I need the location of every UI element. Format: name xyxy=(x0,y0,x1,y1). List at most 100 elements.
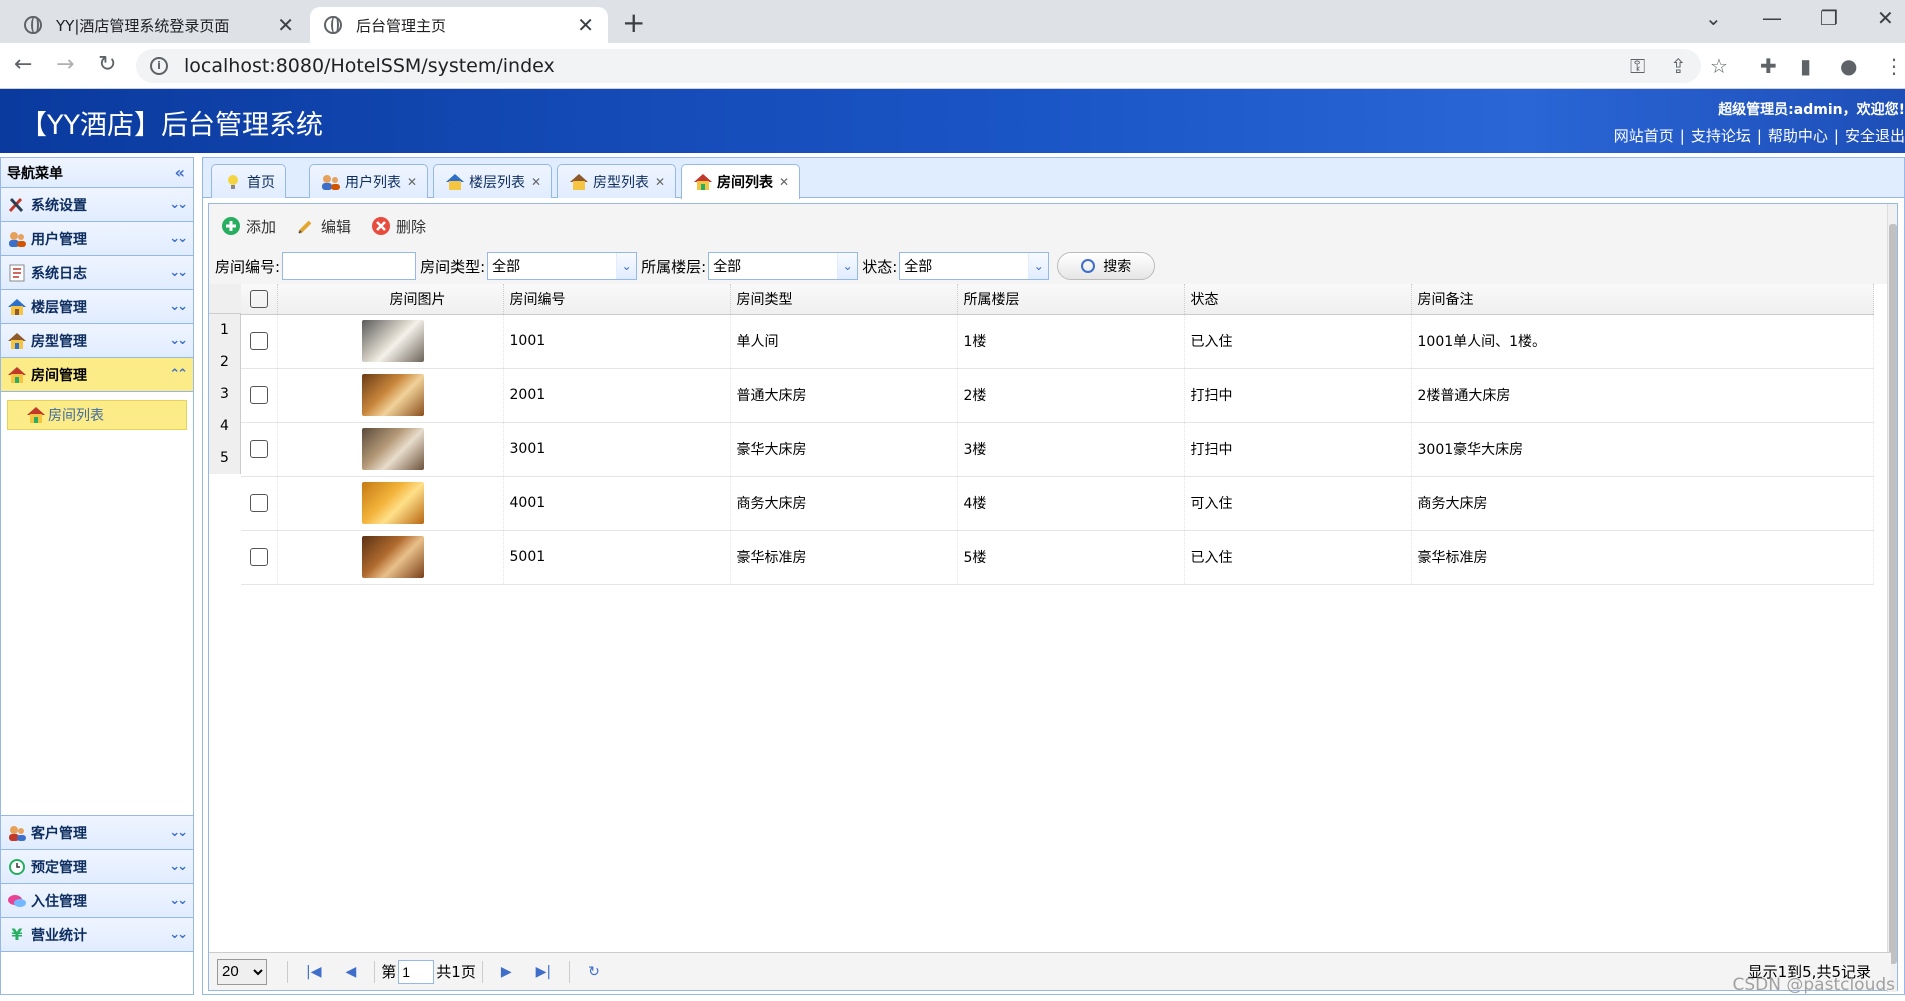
link-home[interactable]: 网站首页 xyxy=(1614,127,1674,145)
sidebar-item-system-settings[interactable]: 系统设置 ⌄⌄ xyxy=(1,188,193,222)
site-info-icon[interactable]: i xyxy=(150,57,168,75)
column-header-image[interactable]: 房间图片 xyxy=(277,284,504,315)
key-icon[interactable]: ⚿ xyxy=(1630,54,1645,78)
column-header-room-type[interactable]: 房间类型 xyxy=(730,284,958,315)
tab-floor-list[interactable]: 楼层列表 ✕ xyxy=(433,164,553,198)
select-all-cell xyxy=(241,284,278,315)
cell-remark: 2楼普通大床房 xyxy=(1411,368,1874,423)
chevron-up-icon: ⌃⌃ xyxy=(169,367,188,382)
sidebar-item-room-type-management[interactable]: 房型管理 ⌄⌄ xyxy=(1,324,193,358)
tab-room-type-list[interactable]: 房型列表 ✕ xyxy=(557,164,677,198)
page-total: 共1页 xyxy=(436,963,476,981)
table-row[interactable]: 4001 商务大床房 4楼 可入住 商务大床房 xyxy=(241,476,1874,531)
row-checkbox[interactable] xyxy=(249,548,268,566)
link-forum[interactable]: 支持论坛 xyxy=(1691,127,1751,145)
cell-room-no: 4001 xyxy=(503,476,731,531)
search-button[interactable]: 搜索 xyxy=(1057,252,1156,280)
delete-button[interactable]: 删除 xyxy=(371,216,426,237)
table-row[interactable]: 3001 豪华大床房 3楼 打扫中 3001豪华大床房 xyxy=(241,422,1874,477)
link-logout[interactable]: 安全退出 xyxy=(1845,127,1905,145)
cell-remark: 商务大床房 xyxy=(1411,476,1874,531)
vertical-scrollbar[interactable] xyxy=(1887,204,1897,992)
status-select[interactable]: 全部 ⌄ xyxy=(899,252,1050,280)
back-icon[interactable]: ← xyxy=(14,52,32,77)
tab-room-list[interactable]: 房间列表 ✕ xyxy=(681,164,801,199)
share-icon[interactable]: ⇪ xyxy=(1670,54,1687,78)
toolbar: 添加 编辑 删除 xyxy=(209,204,1897,248)
close-tab-icon[interactable]: ✕ xyxy=(407,175,417,189)
last-page-icon[interactable]: ▶| xyxy=(536,964,551,980)
chevron-down-icon[interactable]: ⌄ xyxy=(1028,253,1049,279)
sidebar-item-reservation-management[interactable]: 预定管理 ⌄⌄ xyxy=(1,850,193,884)
forward-icon[interactable]: → xyxy=(56,52,74,77)
page-number-input[interactable] xyxy=(398,959,435,984)
browser-tab-login[interactable]: YY|酒店管理系统登录页面 ✕ xyxy=(10,7,308,43)
sidebar-item-user-management[interactable]: 用户管理 ⌄⌄ xyxy=(1,222,193,256)
select-all-checkbox[interactable] xyxy=(249,289,268,308)
room-no-input[interactable] xyxy=(282,252,417,280)
row-checkbox[interactable] xyxy=(249,494,268,512)
floor-value: 全部 xyxy=(713,259,742,275)
row-checkbox[interactable] xyxy=(249,440,268,458)
restore-icon[interactable]: ❐ xyxy=(1820,6,1838,30)
next-page-icon[interactable]: ▶ xyxy=(501,964,512,980)
table-row[interactable]: 2001 普通大床房 2楼 打扫中 2楼普通大床房 xyxy=(241,368,1874,423)
cell-floor: 4楼 xyxy=(957,476,1185,531)
tab-user-list[interactable]: 用户列表 ✕ xyxy=(309,164,429,198)
sidebar-subitem-room-list[interactable]: 房间列表 xyxy=(7,400,187,430)
sidebar-item-floor-management[interactable]: 楼层管理 ⌄⌄ xyxy=(1,290,193,324)
sidebar-item-room-management[interactable]: 房间管理 ⌃⌃ xyxy=(1,358,193,392)
side-panel-icon[interactable]: ▮ xyxy=(1800,54,1811,78)
row-checkbox[interactable] xyxy=(249,332,268,350)
refresh-icon[interactable]: ↻ xyxy=(588,964,600,980)
chevron-down-icon[interactable]: ⌄ xyxy=(837,253,858,279)
column-header-status[interactable]: 状态 xyxy=(1184,284,1412,315)
sidebar-item-system-log[interactable]: 系统日志 ⌄⌄ xyxy=(1,256,193,290)
browser-tab-admin[interactable]: 后台管理主页 ✕ xyxy=(310,7,608,43)
room-type-select[interactable]: 全部 ⌄ xyxy=(487,252,638,280)
star-icon[interactable]: ☆ xyxy=(1710,54,1728,78)
room-image xyxy=(361,374,424,416)
url-field[interactable]: i localhost:8080/HotelSSM/system/index xyxy=(136,49,1701,83)
add-button[interactable]: 添加 xyxy=(221,216,276,237)
link-help[interactable]: 帮助中心 xyxy=(1768,127,1828,145)
add-label: 添加 xyxy=(246,217,277,236)
collapse-left-icon[interactable]: « xyxy=(175,163,185,182)
table-row[interactable]: 1001 单人间 1楼 已入住 1001单人间、1楼。 xyxy=(241,314,1874,369)
column-header-room-no[interactable]: 房间编号 xyxy=(503,284,731,315)
page-size-select[interactable]: 20 xyxy=(217,958,267,985)
close-tab-icon[interactable]: ✕ xyxy=(531,175,541,189)
menu-icon[interactable]: ⋮ xyxy=(1884,54,1904,78)
table-row[interactable]: 5001 豪华标准房 5楼 已入住 豪华标准房 xyxy=(241,530,1874,585)
column-header-remark[interactable]: 房间备注 xyxy=(1411,284,1874,315)
column-header-floor[interactable]: 所属楼层 xyxy=(957,284,1185,315)
tab-home[interactable]: 首页 xyxy=(211,164,286,198)
sidebar-item-customer-management[interactable]: 客户管理 ⌄⌄ xyxy=(1,816,193,850)
extensions-icon[interactable]: ✚ xyxy=(1760,54,1777,78)
minimize-icon[interactable]: — xyxy=(1762,6,1782,30)
browser-tab-bar: YY|酒店管理系统登录页面 ✕ 后台管理主页 ✕ + ⌄ — ❐ ✕ xyxy=(0,0,1905,43)
users-icon xyxy=(9,825,26,841)
pagination-bar: 20 |◀ ◀ 第 共1页 ▶ ▶| ↻ 显示1到5,共5记录 xyxy=(209,952,1891,990)
sidebar-item-label: 房型管理 xyxy=(31,333,87,350)
profile-icon[interactable]: ● xyxy=(1840,54,1857,78)
reload-icon[interactable]: ↻ xyxy=(98,52,116,77)
floor-select[interactable]: 全部 ⌄ xyxy=(708,252,859,280)
prev-page-icon[interactable]: ◀ xyxy=(345,964,356,980)
room-type-label: 房间类型: xyxy=(420,257,486,276)
chevron-down-icon[interactable]: ⌄ xyxy=(616,253,637,279)
tab-search-chevron-icon[interactable]: ⌄ xyxy=(1705,6,1722,30)
close-tab-icon[interactable]: ✕ xyxy=(577,13,594,37)
sidebar-item-checkin-management[interactable]: 入住管理 ⌄⌄ xyxy=(1,884,193,918)
close-tab-icon[interactable]: ✕ xyxy=(779,175,789,189)
new-tab-icon[interactable]: + xyxy=(622,6,645,39)
close-tab-icon[interactable]: ✕ xyxy=(655,175,665,189)
close-tab-icon[interactable]: ✕ xyxy=(277,13,294,37)
sidebar-item-revenue-statistics[interactable]: ¥ 营业统计 ⌄⌄ xyxy=(1,918,193,952)
room-image xyxy=(361,320,424,362)
edit-button[interactable]: 编辑 xyxy=(296,216,351,237)
cell-status: 打扫中 xyxy=(1184,368,1412,423)
first-page-icon[interactable]: |◀ xyxy=(306,964,321,980)
window-close-icon[interactable]: ✕ xyxy=(1877,6,1894,30)
row-checkbox[interactable] xyxy=(249,386,268,404)
